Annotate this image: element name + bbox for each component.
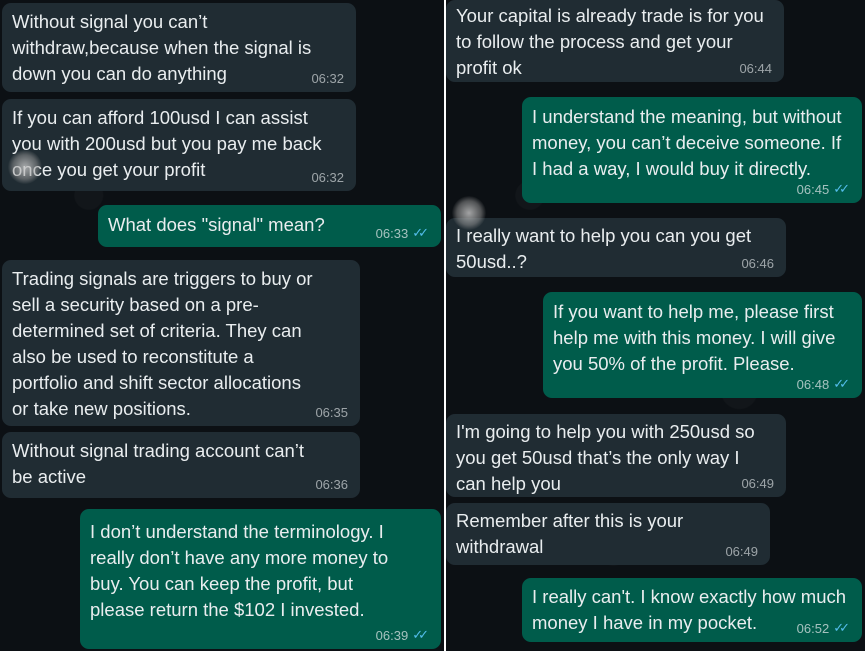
message-incoming[interactable]: Remember after this is your withdrawal 0… <box>446 503 770 565</box>
message-time: 06:49 <box>725 544 758 559</box>
message-outgoing[interactable]: I don’t understand the terminology. I re… <box>80 509 441 649</box>
message-meta: 06:32 <box>311 171 344 185</box>
message-outgoing[interactable]: I understand the meaning, but without mo… <box>522 97 862 203</box>
message-meta: 06:44 <box>739 62 772 76</box>
double-check-icon: ✓✓ <box>412 628 429 643</box>
double-check-icon: ✓✓ <box>833 182 850 197</box>
message-text: Without signal trading account can’t be … <box>12 440 305 487</box>
message-text: I really want to help you can you get 50… <box>456 225 752 272</box>
touch-indicator <box>452 196 486 230</box>
message-incoming[interactable]: Without signal you can’t withdraw,becaus… <box>2 3 356 92</box>
message-text: I don’t understand the terminology. I re… <box>90 521 389 620</box>
message-time: 06:35 <box>315 405 348 420</box>
message-text: If you can afford 100usd I can assist yo… <box>12 107 322 180</box>
message-time: 06:33 <box>375 226 409 241</box>
message-incoming[interactable]: If you can afford 100usd I can assist yo… <box>2 99 356 191</box>
touch-indicator <box>8 150 42 184</box>
message-incoming[interactable]: I'm going to help you with 250usd so you… <box>446 414 786 497</box>
message-time: 06:49 <box>741 476 774 491</box>
message-time: 06:32 <box>311 71 344 86</box>
message-incoming[interactable]: Without signal trading account can’t be … <box>2 432 360 498</box>
message-text: Remember after this is your withdrawal <box>456 510 684 557</box>
double-check-icon: ✓✓ <box>833 621 850 636</box>
chat-panel-right[interactable]: Your capital is already trade is for you… <box>446 0 865 651</box>
message-meta: 06:33 ✓✓ <box>376 227 429 241</box>
message-meta: 06:39 ✓✓ <box>376 629 429 643</box>
message-time: 06:32 <box>311 170 344 185</box>
message-time: 06:36 <box>315 477 348 492</box>
message-text: Trading signals are triggers to buy or s… <box>12 268 313 419</box>
message-text: Without signal you can’t withdraw,becaus… <box>12 11 312 84</box>
message-meta: 06:36 <box>315 478 348 492</box>
message-incoming[interactable]: I really want to help you can you get 50… <box>446 218 786 277</box>
message-time: 06:52 <box>796 621 830 636</box>
message-meta: 06:48 ✓✓ <box>797 378 850 392</box>
message-text: I'm going to help you with 250usd so you… <box>456 421 755 494</box>
message-text: If you want to help me, please first hel… <box>553 301 836 374</box>
message-incoming[interactable]: Your capital is already trade is for you… <box>446 0 784 82</box>
message-meta: 06:49 <box>725 545 758 559</box>
message-meta: 06:32 <box>311 72 344 86</box>
chat-panel-left[interactable]: Without signal you can’t withdraw,becaus… <box>0 0 444 651</box>
message-outgoing[interactable]: I really can't. I know exactly how much … <box>522 578 862 642</box>
message-meta: 06:49 <box>741 477 774 491</box>
message-time: 06:45 <box>796 182 830 197</box>
message-time: 06:46 <box>741 256 774 271</box>
message-text: Your capital is already trade is for you… <box>456 5 764 78</box>
message-meta: 06:46 <box>741 257 774 271</box>
message-meta: 06:52 ✓✓ <box>797 622 850 636</box>
message-time: 06:39 <box>375 628 409 643</box>
message-time: 06:44 <box>739 61 772 76</box>
message-outgoing[interactable]: What does "signal" mean? 06:33 ✓✓ <box>98 205 441 247</box>
message-text: I understand the meaning, but without mo… <box>532 106 842 179</box>
double-check-icon: ✓✓ <box>833 377 850 392</box>
message-outgoing[interactable]: If you want to help me, please first hel… <box>543 292 862 398</box>
double-check-icon: ✓✓ <box>412 226 429 241</box>
message-meta: 06:45 ✓✓ <box>797 183 850 197</box>
message-incoming[interactable]: Trading signals are triggers to buy or s… <box>2 260 360 426</box>
message-time: 06:48 <box>796 377 830 392</box>
message-meta: 06:35 <box>315 406 348 420</box>
